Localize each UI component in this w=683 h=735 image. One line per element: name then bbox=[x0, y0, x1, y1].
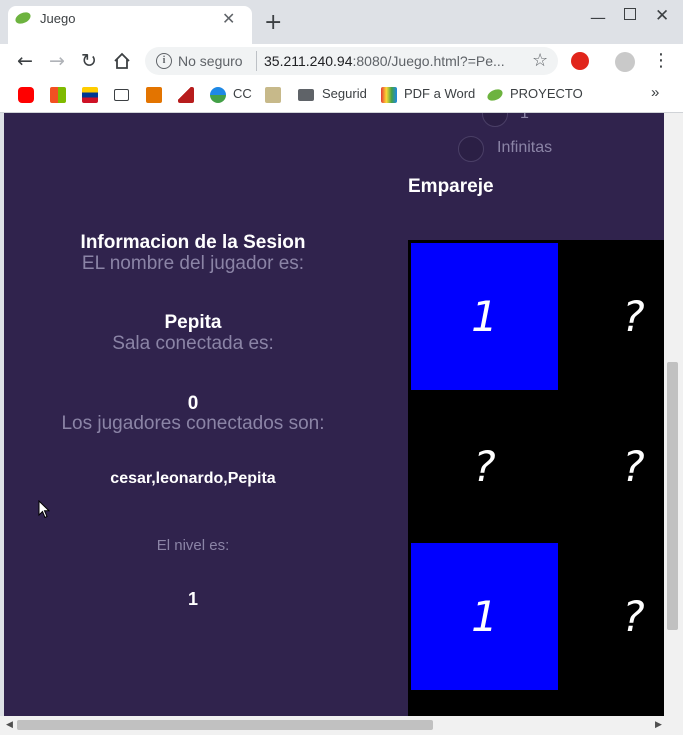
minimize-window-button[interactable]: — bbox=[590, 8, 606, 27]
more-bookmarks-icon[interactable]: » bbox=[651, 84, 659, 101]
card-r2c1[interactable]: ? bbox=[411, 393, 558, 540]
bookmark-cc[interactable]: CC bbox=[233, 86, 252, 101]
youtube-icon[interactable] bbox=[18, 87, 34, 103]
url-host: 35.211.240.94 bbox=[264, 53, 353, 69]
microsoft-icon[interactable] bbox=[50, 87, 66, 103]
vertical-scroll-thumb[interactable] bbox=[667, 362, 678, 630]
tab-title: Juego bbox=[40, 11, 76, 26]
radio-label-infinitas: Infinitas bbox=[497, 139, 553, 156]
menu-dots-icon[interactable]: ⋮ bbox=[652, 50, 670, 71]
info-icon[interactable]: i bbox=[156, 53, 172, 69]
radio-option-infinitas[interactable] bbox=[458, 136, 484, 162]
url-path: :8080/Juego.html?=Pe... bbox=[352, 53, 505, 69]
bookmark-seguridad[interactable]: Segurid bbox=[322, 86, 367, 101]
level-label: El nivel es: bbox=[156, 537, 230, 554]
new-tab-button[interactable]: + bbox=[264, 12, 282, 34]
forward-arrow-icon[interactable]: → bbox=[49, 50, 65, 72]
room-label: Sala conectada es: bbox=[112, 333, 274, 354]
bookmark-star-icon[interactable]: ☆ bbox=[532, 50, 548, 71]
image-bookmark-icon[interactable] bbox=[265, 87, 281, 103]
scroll-left-arrow-icon[interactable]: ◀ bbox=[6, 720, 13, 730]
maximize-window-button[interactable] bbox=[624, 8, 636, 20]
radio-option-1[interactable] bbox=[482, 113, 508, 127]
session-title: Informacion de la Sesion bbox=[80, 232, 306, 253]
room-value: 0 bbox=[187, 393, 199, 414]
pdf-word-icon[interactable] bbox=[381, 87, 397, 103]
back-arrow-icon[interactable]: ← bbox=[17, 50, 33, 72]
match-heading: Empareje bbox=[408, 176, 494, 197]
extension-icon[interactable] bbox=[571, 52, 589, 70]
folder-icon[interactable] bbox=[298, 89, 314, 101]
player-name: Pepita bbox=[164, 312, 222, 333]
slash-icon[interactable] bbox=[178, 87, 194, 103]
leaf-bookmark-icon[interactable] bbox=[486, 88, 504, 102]
card-r2c2[interactable]: ? bbox=[560, 393, 664, 540]
players-label: Los jugadores conectados son: bbox=[61, 413, 325, 434]
colombia-flag-icon[interactable] bbox=[82, 87, 98, 103]
players-value: cesar,leonardo,Pepita bbox=[110, 470, 276, 487]
cd-icon[interactable] bbox=[114, 89, 129, 101]
memory-board: 1 ? ? ? 1 ? bbox=[408, 240, 664, 716]
moodle-icon[interactable] bbox=[146, 87, 162, 103]
bookmark-pdf-word[interactable]: PDF a Word bbox=[404, 86, 475, 101]
page-content: 1 Infinitas Empareje Informacion de la S… bbox=[4, 113, 664, 716]
card-r3c2[interactable]: ? bbox=[560, 543, 664, 690]
bookmark-proyecto[interactable]: PROYECTO bbox=[510, 86, 583, 101]
card-r3c1[interactable]: 1 bbox=[411, 543, 558, 690]
profile-avatar-icon[interactable] bbox=[615, 52, 635, 72]
sync-icon[interactable] bbox=[210, 87, 226, 103]
close-tab-icon[interactable]: ✕ bbox=[222, 9, 235, 28]
mouse-cursor-icon bbox=[38, 500, 50, 519]
radio-label-1: 1 bbox=[520, 113, 529, 122]
close-window-button[interactable]: ✕ bbox=[655, 6, 669, 26]
level-value: 1 bbox=[187, 589, 198, 609]
card-r1c2[interactable]: ? bbox=[560, 243, 664, 390]
card-r1c1[interactable]: 1 bbox=[411, 243, 558, 390]
horizontal-scroll-thumb[interactable] bbox=[17, 720, 433, 730]
url-text[interactable]: 35.211.240.94:8080/Juego.html?=Pe... bbox=[264, 53, 505, 69]
reload-icon[interactable]: ↻ bbox=[81, 50, 97, 72]
player-label: EL nombre del jugador es: bbox=[81, 253, 305, 274]
scroll-right-arrow-icon[interactable]: ▶ bbox=[655, 720, 662, 730]
home-icon[interactable] bbox=[113, 52, 131, 70]
url-divider bbox=[256, 51, 257, 71]
not-secure-label: No seguro bbox=[178, 53, 243, 69]
leaf-favicon-icon bbox=[15, 12, 31, 24]
